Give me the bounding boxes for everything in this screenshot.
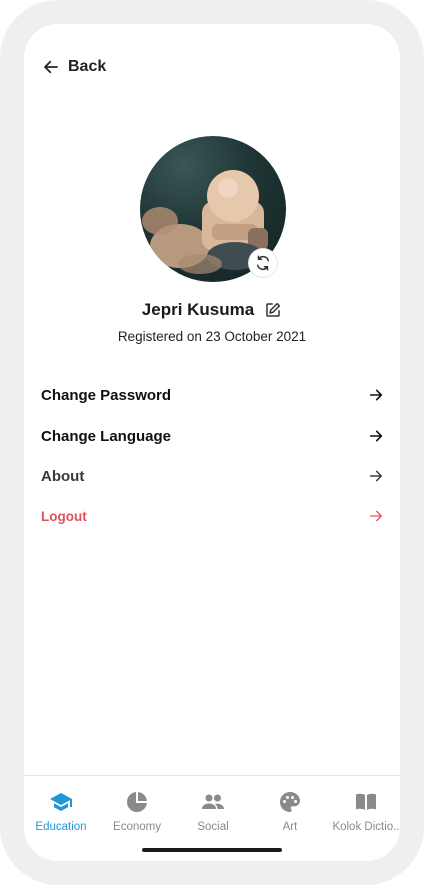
- book-icon: [356, 793, 376, 810]
- about-item[interactable]: About: [41, 463, 384, 489]
- profile-screen: Back Jepri Kusuma Registered on 23 Octob…: [24, 24, 400, 861]
- nav-item-kolok-dictionary[interactable]: Kolok Dictio..: [328, 790, 400, 833]
- refresh-icon: [257, 255, 269, 271]
- arrow-right-icon: [369, 470, 383, 482]
- change-password-item[interactable]: Change Password: [41, 382, 384, 408]
- arrow-right-icon: [369, 389, 383, 401]
- graduation-cap-icon: [50, 793, 72, 811]
- arrow-right-icon: [370, 510, 382, 522]
- registered-date: Registered on 23 October 2021: [117, 329, 307, 344]
- nav-item-economy[interactable]: Economy: [99, 790, 175, 833]
- nav-label-art: Art: [282, 821, 298, 833]
- back-label: Back: [68, 58, 107, 75]
- nav-item-social[interactable]: Social: [175, 790, 251, 833]
- change-language-item[interactable]: Change Language: [41, 423, 384, 449]
- arrow-right-icon: [369, 430, 383, 442]
- logout-label: Logout: [41, 508, 87, 524]
- nav-label-kolok-dictionary: Kolok Dictio..: [332, 821, 400, 833]
- back-button[interactable]: Back: [42, 58, 106, 76]
- edit-icon[interactable]: [264, 301, 282, 319]
- nav-label-economy: Economy: [113, 821, 161, 833]
- nav-label-education: Education: [35, 821, 87, 833]
- profile-name: Jepri Kusuma: [141, 300, 255, 319]
- avatar-container: [140, 136, 286, 282]
- change-language-label: Change Language: [41, 427, 172, 445]
- change-photo-button[interactable]: [249, 249, 277, 277]
- home-indicator: [142, 848, 282, 852]
- people-icon: [202, 794, 224, 809]
- palette-icon: [280, 792, 300, 812]
- nav-label-social: Social: [197, 821, 229, 833]
- arrow-left-icon: [44, 60, 58, 74]
- nav-item-education[interactable]: Education: [24, 790, 99, 833]
- nav-item-art[interactable]: Art: [252, 790, 328, 833]
- logout-item[interactable]: Logout: [41, 503, 384, 529]
- pie-chart-icon: [127, 792, 147, 812]
- about-label: About: [41, 467, 85, 485]
- profile-name-row: Jepri Kusuma: [24, 300, 400, 320]
- change-password-label: Change Password: [41, 386, 172, 404]
